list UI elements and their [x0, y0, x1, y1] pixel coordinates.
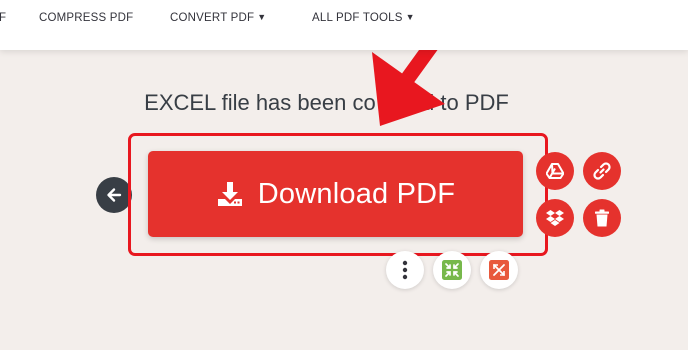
nav-item-label: ALL PDF TOOLS — [312, 12, 403, 24]
nav-item-convert-pdf[interactable]: CONVERT PDF ▼ — [170, 12, 266, 24]
delete-file-button[interactable] — [583, 199, 621, 237]
nav-item-label: CONVERT PDF — [170, 12, 255, 24]
page-title: EXCEL file has been co ted to PDF — [0, 90, 688, 116]
download-button-label: Download PDF — [257, 177, 456, 210]
copy-link-button[interactable] — [583, 152, 621, 190]
split-pdf-tool-button[interactable] — [480, 251, 518, 289]
trash-icon — [595, 209, 609, 227]
download-pdf-button[interactable]: Download PDF — [148, 151, 523, 237]
page-title-suffix: ted to PDF — [403, 90, 509, 115]
save-to-google-drive-button[interactable] — [536, 152, 574, 190]
split-icon — [489, 260, 509, 280]
compress-icon — [442, 260, 462, 280]
arrow-left-icon — [107, 188, 122, 202]
google-drive-icon — [546, 163, 564, 179]
nav-item-truncated[interactable]: F — [0, 12, 6, 24]
top-navigation-bar: F COMPRESS PDF CONVERT PDF ▼ ALL PDF TOOL… — [0, 0, 688, 50]
nav-item-compress-pdf[interactable]: COMPRESS PDF — [39, 12, 133, 24]
dropbox-icon — [546, 210, 564, 226]
caret-down-icon: ▼ — [257, 12, 267, 22]
compress-pdf-tool-button[interactable] — [433, 251, 471, 289]
link-icon — [593, 162, 611, 180]
more-options-icon — [402, 260, 408, 280]
nav-item-label: COMPRESS PDF — [39, 12, 134, 24]
nav-item-all-pdf-tools[interactable]: ALL PDF TOOLS ▼ — [312, 12, 415, 24]
caret-down-icon: ▼ — [405, 12, 415, 22]
download-icon — [216, 180, 244, 208]
page-title-prefix: EXCEL file has been co — [144, 90, 376, 115]
back-button[interactable] — [96, 177, 132, 213]
more-options-button[interactable] — [386, 251, 424, 289]
save-to-dropbox-button[interactable] — [536, 199, 574, 237]
nav-item-label: F — [0, 12, 7, 24]
